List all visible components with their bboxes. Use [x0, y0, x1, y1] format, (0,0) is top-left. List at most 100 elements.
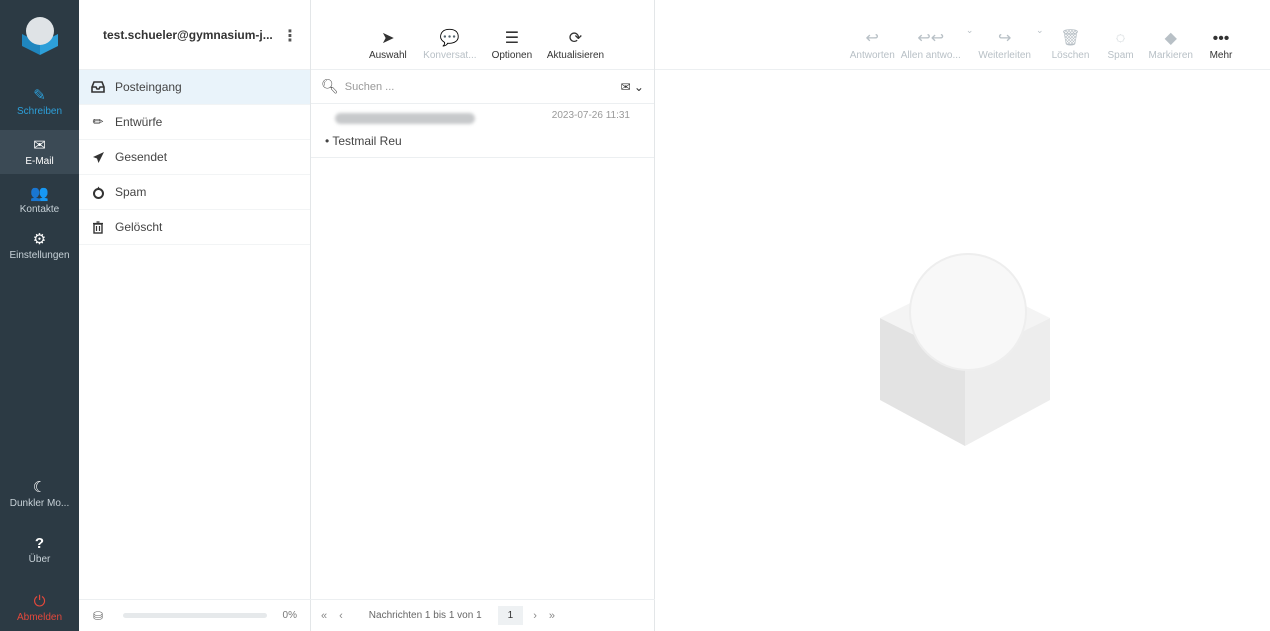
next-page-button[interactable]: › — [533, 610, 537, 622]
settings-button[interactable]: ⚙ Einstellungen — [0, 224, 79, 268]
empty-watermark-icon — [880, 240, 1050, 465]
first-page-button[interactable]: « — [321, 610, 327, 622]
account-header: test.schueler@gymnasium-j... ⋮ — [79, 0, 310, 70]
options-button[interactable]: ☰ Optionen — [485, 28, 539, 61]
message-subject: • Testmail Reu — [325, 134, 402, 148]
more-label: Mehr — [1209, 50, 1233, 61]
contacts-button[interactable]: 👥 Kontakte — [0, 178, 79, 222]
conversation-label: Konversat... — [423, 50, 477, 61]
folder-trash[interactable]: Gelöscht — [79, 210, 310, 245]
account-menu-icon[interactable]: ⋮ — [282, 26, 298, 46]
quota-percent: 0% — [282, 610, 297, 621]
forward-icon: ↪ — [997, 30, 1012, 47]
more-button[interactable]: ••• Mehr — [1199, 28, 1243, 61]
select-label: Auswahl — [368, 50, 407, 61]
refresh-label: Aktualisieren — [546, 50, 605, 61]
reply-all-label: Allen antwo... — [900, 50, 961, 61]
spam-label: Spam — [1107, 50, 1134, 61]
search-icon: 🔍︎ — [321, 78, 339, 94]
redacted-sender — [335, 113, 475, 124]
delete-button[interactable]: 🗑︎ Löschen — [1049, 28, 1093, 61]
reply-label: Antworten — [849, 50, 895, 61]
mark-button[interactable]: ◆ Markieren — [1149, 28, 1193, 61]
compose-label: Schreiben — [16, 105, 63, 117]
contacts-label: Kontakte — [19, 203, 60, 215]
folder-label: Entwürfe — [115, 115, 163, 129]
list-toolbar: ➤ Auswahl 💬 Konversat... ☰ Optionen ⟳ Ak… — [311, 0, 654, 70]
conversation-button[interactable]: 💬 Konversat... — [423, 28, 477, 61]
compose-icon: ✎ — [33, 86, 46, 104]
logout-button[interactable]: ⏻ Abmelden — [0, 586, 79, 630]
folder-label: Posteingang — [115, 80, 182, 94]
about-button[interactable]: ? Über — [0, 528, 79, 572]
app-logo[interactable] — [0, 0, 79, 70]
message-date: 2023-07-26 11:31 — [551, 110, 630, 121]
paper-plane-icon — [89, 151, 107, 164]
last-page-button[interactable]: » — [549, 610, 555, 622]
trash-icon: 🗑︎ — [1060, 30, 1081, 47]
search-input[interactable]: Suchen ... — [345, 81, 395, 93]
search-bar[interactable]: 🔍︎ Suchen ... ✉ ⌄ — [311, 70, 654, 104]
list-item[interactable]: 2023-07-26 11:31 • Testmail Reu — [311, 104, 654, 158]
reply-all-dropdown-icon[interactable]: ⌄ — [966, 25, 974, 36]
compose-button[interactable]: ✎ Schreiben — [0, 80, 79, 124]
pagination: « ‹ Nachrichten 1 bis 1 von 1 1 › » — [311, 599, 655, 631]
webmail-app: ✎ Schreiben ✉ E-Mail 👥 Kontakte ⚙ Einste… — [0, 0, 1270, 631]
moon-icon: ☾ — [32, 478, 47, 496]
quota-bar — [123, 613, 267, 618]
reply-button[interactable]: ↩ Antworten — [850, 28, 895, 61]
roundcube-logo-icon — [21, 17, 58, 55]
mail-label: E-Mail — [25, 155, 54, 167]
fire-icon — [89, 186, 107, 199]
prev-page-button[interactable]: ‹ — [339, 610, 343, 622]
mail-button[interactable]: ✉ E-Mail — [0, 130, 79, 174]
comments-icon: 💬 — [439, 30, 460, 47]
spam-button[interactable]: ◌ Spam — [1099, 28, 1143, 61]
folder-label: Gesendet — [115, 150, 168, 164]
forward-button[interactable]: ↪ Weiterleiten — [978, 28, 1031, 61]
delete-label: Löschen — [1051, 50, 1090, 61]
page-number-input[interactable]: 1 — [497, 606, 524, 625]
refresh-icon: ⟳ — [568, 30, 583, 47]
forward-dropdown-icon[interactable]: ⌄ — [1036, 25, 1044, 36]
users-icon: 👥 — [30, 184, 49, 202]
sliders-icon: ☰ — [504, 30, 520, 47]
reading-pane: ↩ Antworten ↩↩ Allen antwo... ⌄ ↪ Weiter… — [655, 0, 1270, 631]
search-options-icon[interactable]: ✉ ⌄ — [621, 80, 644, 94]
gear-icon: ⚙ — [32, 230, 47, 248]
settings-label: Einstellungen — [9, 249, 70, 261]
logout-label: Abmelden — [16, 611, 63, 623]
mark-label: Markieren — [1148, 50, 1193, 61]
pencil-icon: ✏ — [92, 114, 104, 129]
inbox-icon — [89, 81, 107, 93]
cursor-icon: ➤ — [381, 30, 395, 47]
power-icon: ⏻ — [33, 592, 46, 610]
dark-mode-label: Dunkler Mo... — [9, 497, 70, 509]
folder-drafts[interactable]: ✏ Entwürfe — [79, 105, 310, 140]
refresh-button[interactable]: ⟳ Aktualisieren — [547, 28, 604, 61]
folder-inbox[interactable]: Posteingang — [79, 70, 310, 105]
folder-panel: test.schueler@gymnasium-j... ⋮ Posteinga… — [79, 0, 311, 631]
question-icon: ? — [34, 534, 45, 552]
main-navigation: ✎ Schreiben ✉ E-Mail 👥 Kontakte ⚙ Einste… — [0, 0, 79, 631]
reply-all-button[interactable]: ↩↩ Allen antwo... — [901, 28, 961, 61]
tag-icon: ◆ — [1164, 30, 1177, 47]
message-list-panel: ➤ Auswahl 💬 Konversat... ☰ Optionen ⟳ Ak… — [311, 0, 655, 631]
reply-icon: ↩ — [865, 30, 879, 47]
folder-label: Spam — [115, 185, 147, 199]
message-toolbar: ↩ Antworten ↩↩ Allen antwo... ⌄ ↪ Weiter… — [655, 0, 1270, 70]
quota-footer: ⛁ 0% — [79, 599, 311, 631]
envelope-icon: ✉ — [33, 136, 46, 154]
pagination-info: Nachrichten 1 bis 1 von 1 — [368, 610, 482, 621]
select-button[interactable]: ➤ Auswahl — [361, 28, 415, 61]
options-label: Optionen — [491, 50, 533, 61]
database-icon: ⛁ — [93, 608, 104, 623]
folder-label: Gelöscht — [115, 220, 163, 234]
fire-icon: ◌ — [1115, 30, 1126, 47]
ellipsis-icon: ••• — [1212, 30, 1230, 47]
dark-mode-button[interactable]: ☾ Dunkler Mo... — [0, 472, 79, 516]
about-label: Über — [28, 553, 51, 565]
message-subject-text: Testmail Reu — [332, 134, 402, 148]
folder-spam[interactable]: Spam — [79, 175, 310, 210]
folder-sent[interactable]: Gesendet — [79, 140, 310, 175]
